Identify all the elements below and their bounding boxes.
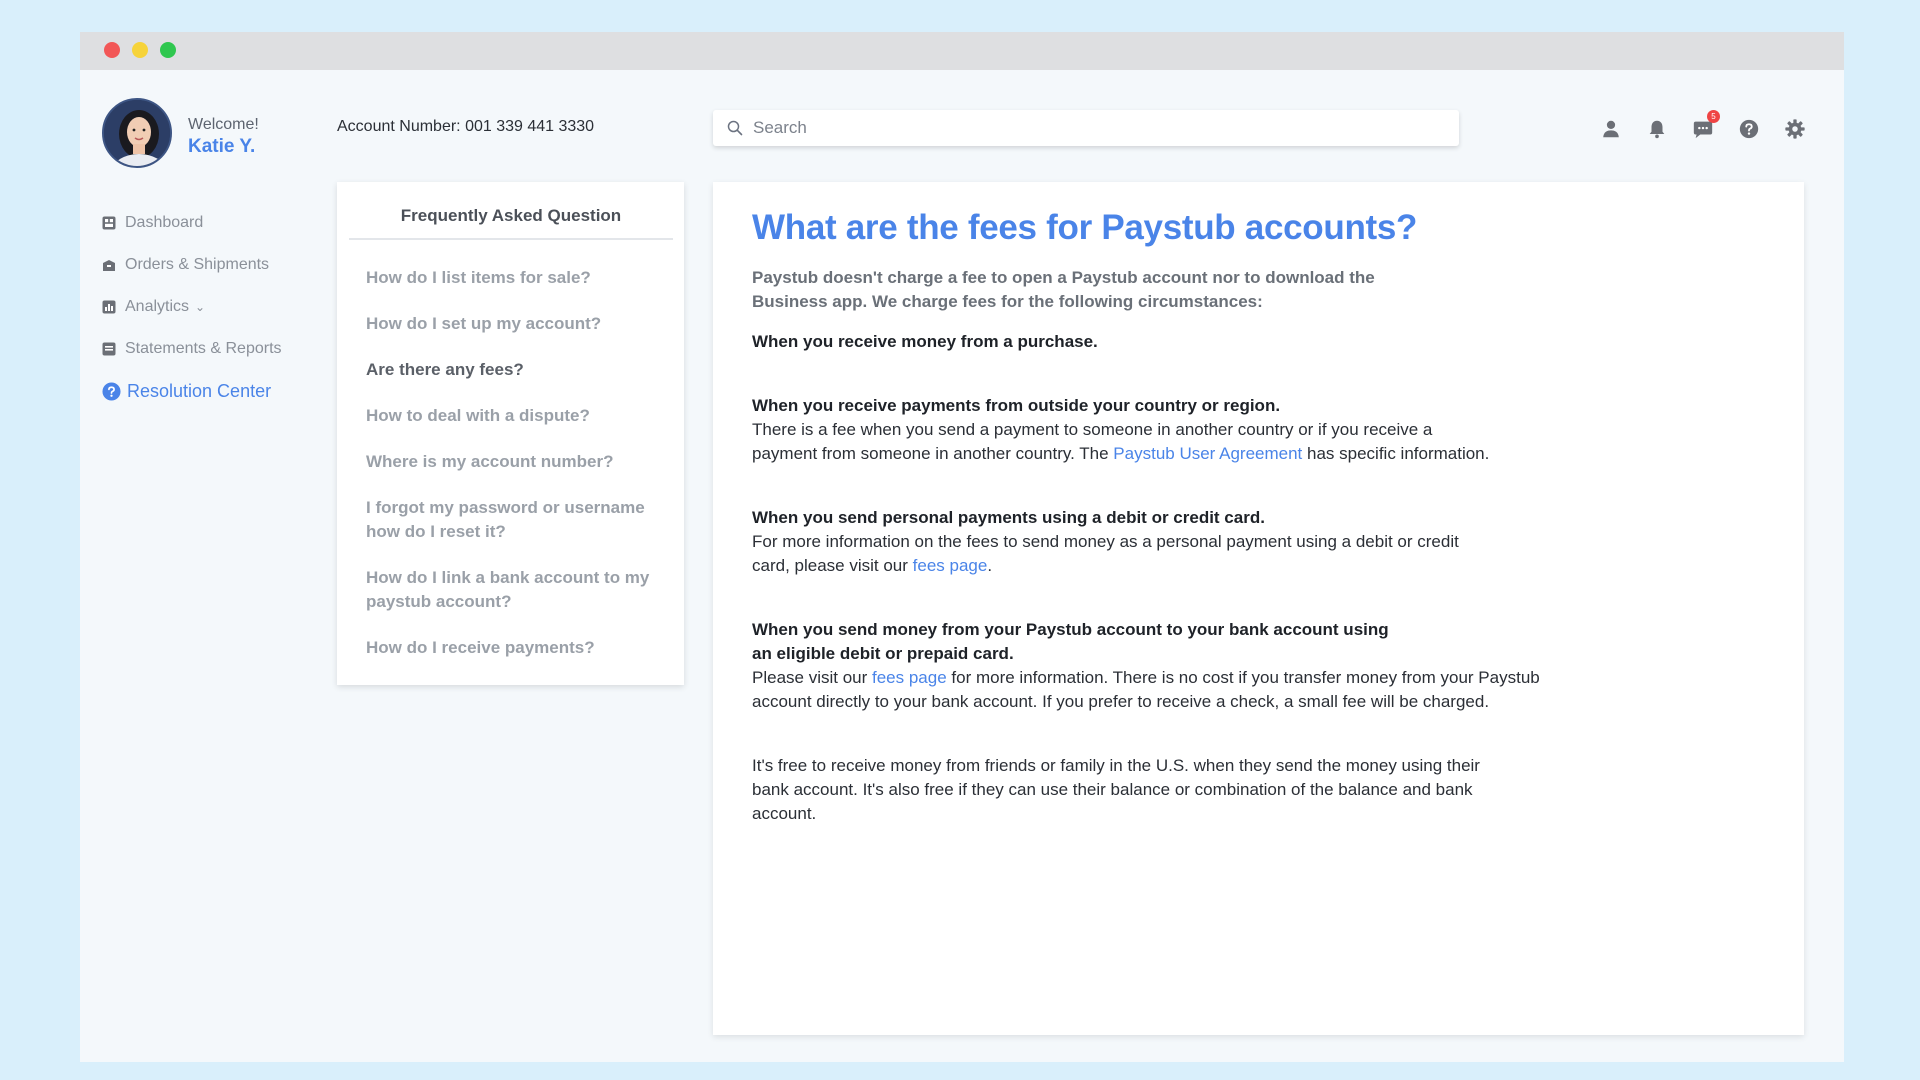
account-number-value: 001 339 441 3330 — [465, 118, 595, 135]
faq-item[interactable]: I forgot my password or username how do … — [366, 496, 676, 544]
profile-button[interactable] — [1598, 116, 1624, 142]
minimize-window-button[interactable] — [132, 42, 148, 58]
settings-button[interactable] — [1782, 116, 1808, 142]
avatar[interactable] — [102, 98, 172, 168]
section-body: Please visit our fees page for more info… — [752, 666, 1552, 714]
sidebar-item-label: Analytics — [125, 298, 190, 315]
fees-page-link[interactable]: fees page — [913, 556, 988, 575]
faq-item[interactable]: How do I list items for sale? — [366, 266, 676, 290]
window-titlebar — [80, 32, 1844, 70]
search-bar[interactable] — [713, 110, 1459, 146]
sidebar-item-dashboard[interactable]: Dashboard — [102, 212, 282, 234]
faq-list: How do I list items for sale? How do I s… — [366, 266, 676, 682]
article-intro: Paystub doesn't charge a fee to open a P… — [752, 268, 1375, 311]
header-actions: 5 — [1598, 110, 1808, 142]
section-text: has specific information. — [1302, 444, 1490, 463]
article-section: When you receive money from a purchase. — [752, 330, 1552, 354]
article-section: When you send money from your Paystub ac… — [752, 618, 1552, 714]
user-icon — [1603, 120, 1619, 138]
maximize-window-button[interactable] — [160, 42, 176, 58]
gear-icon — [1785, 119, 1805, 139]
faq-item-current[interactable]: Are there any fees? — [366, 358, 676, 382]
sidebar-item-orders[interactable]: Orders & Shipments — [102, 254, 282, 276]
messages-button[interactable]: 5 — [1690, 110, 1720, 142]
section-text: Please visit our — [752, 668, 872, 687]
box-icon — [103, 260, 115, 271]
section-heading: When you receive money from a purchase. — [752, 332, 1098, 351]
article-title: What are the fees for Paystub accounts? — [752, 208, 1418, 247]
message-count-badge: 5 — [1707, 110, 1720, 123]
statements-icon — [102, 342, 116, 356]
article-section: When you receive payments from outside y… — [752, 394, 1552, 466]
section-heading: When you receive payments from outside y… — [752, 396, 1281, 415]
faq-item[interactable]: Where is my account number? — [366, 450, 676, 474]
section-text: It's free to receive money from friends … — [752, 756, 1480, 823]
chevron-down-icon[interactable]: ⌄ — [195, 300, 205, 314]
account-number: Account Number: 001 339 441 3330 — [337, 118, 594, 136]
sidebar-item-statements[interactable]: Statements & Reports — [102, 338, 282, 360]
search-icon — [727, 120, 743, 136]
faq-item[interactable]: How do I link a bank account to my payst… — [366, 566, 676, 614]
user-agreement-link[interactable]: Paystub User Agreement — [1113, 444, 1302, 463]
sidebar-item-label: Resolution Center — [127, 380, 272, 401]
welcome-text: Welcome! — [188, 116, 259, 133]
section-text: For more information on the fees to send… — [752, 532, 1459, 575]
close-window-button[interactable] — [104, 42, 120, 58]
search-input[interactable] — [753, 118, 1433, 138]
sidebar-nav: Dashboard Orders & Shipments Analytics ⌄ — [102, 212, 282, 422]
question-circle-icon — [1739, 119, 1759, 139]
section-heading: When you send money from your Paystub ac… — [752, 620, 1389, 663]
section-text: . — [987, 556, 993, 575]
help-button[interactable] — [1736, 116, 1762, 142]
faq-panel: Frequently Asked Question How do I list … — [337, 182, 684, 685]
dashboard-icon — [102, 216, 116, 230]
faq-item[interactable]: How do I receive payments? — [366, 636, 676, 660]
article-panel: What are the fees for Paystub accounts? … — [713, 182, 1804, 1035]
user-name: Katie Y. — [188, 136, 256, 157]
section-body: There is a fee when you send a payment t… — [752, 418, 1492, 466]
section-body: It's free to receive money from friends … — [752, 754, 1492, 826]
sidebar-item-resolution-center[interactable]: Resolution Center — [102, 380, 282, 402]
help-circle-icon — [102, 381, 121, 401]
sidebar-item-label: Statements & Reports — [125, 340, 282, 357]
app-window: Welcome! Katie Y. Account Number: 001 33… — [80, 32, 1844, 1062]
sidebar-item-label: Dashboard — [125, 214, 204, 231]
sidebar-item-label: Orders & Shipments — [125, 256, 270, 273]
fees-page-link[interactable]: fees page — [872, 668, 947, 687]
sidebar-item-analytics[interactable]: Analytics ⌄ — [102, 296, 282, 318]
analytics-icon — [102, 300, 116, 314]
section-body: For more information on the fees to send… — [752, 530, 1492, 578]
faq-title: Frequently Asked Question — [349, 206, 673, 240]
notifications-button[interactable] — [1644, 116, 1670, 142]
bell-icon — [1649, 120, 1665, 139]
article-section: When you send personal payments using a … — [752, 506, 1552, 578]
faq-item[interactable]: How to deal with a dispute? — [366, 404, 676, 428]
article-section: It's free to receive money from friends … — [752, 754, 1552, 826]
section-heading: When you send personal payments using a … — [752, 508, 1265, 527]
account-number-label: Account Number: — [337, 118, 461, 135]
faq-item[interactable]: How do I set up my account? — [366, 312, 676, 336]
